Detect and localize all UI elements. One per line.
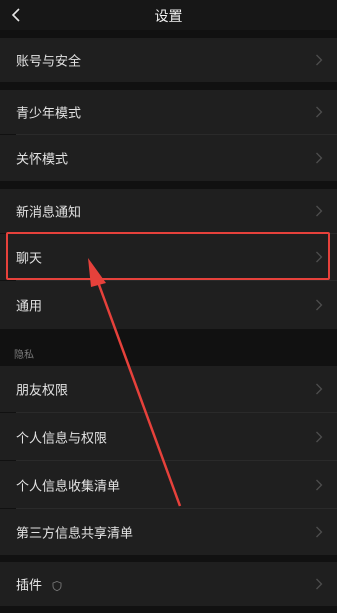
row-label: 第三方信息共享清单 (16, 526, 134, 542)
row-label: 个人信息与权限 (16, 431, 108, 446)
row-label: 青少年模式 (16, 106, 82, 122)
chevron-right-icon (316, 54, 323, 66)
settings-row-friend-permissions[interactable]: 朋友权限 (0, 366, 337, 412)
shield-icon (52, 581, 62, 592)
chevron-right-icon (316, 578, 323, 590)
chevron-right-icon (316, 383, 323, 395)
page-title: 设置 (154, 9, 183, 25)
chevron-right-icon (316, 479, 323, 490)
nav-bar: 设置 (0, 0, 337, 30)
settings-row-personal-info-permissions[interactable]: 个人信息与权限 (0, 413, 337, 460)
settings-row-plugins[interactable]: 插件 (0, 562, 337, 606)
chevron-right-icon (316, 299, 323, 311)
annotation-highlight-box (6, 232, 330, 280)
settings-row-personal-info-collection[interactable]: 个人信息收集清单 (0, 461, 337, 508)
settings-row-general[interactable]: 通用 (0, 281, 337, 329)
settings-row-youth-mode[interactable]: 青少年模式 (0, 90, 337, 134)
row-label: 关怀模式 (16, 152, 69, 168)
settings-row-notifications[interactable]: 新消息通知 (0, 189, 337, 233)
section-title-privacy: 隐私 (14, 350, 34, 361)
chevron-right-icon (316, 526, 323, 538)
chevron-right-icon (316, 431, 323, 442)
row-label-wrap: 插件 (16, 575, 62, 594)
settings-row-care-mode[interactable]: 关怀模式 (0, 135, 337, 181)
row-label: 个人信息收集清单 (16, 479, 121, 494)
chevron-right-icon (316, 106, 323, 118)
settings-row-account-security[interactable]: 账号与安全 (0, 38, 337, 82)
row-label: 通用 (16, 299, 43, 315)
chevron-right-icon (316, 205, 323, 217)
row-label: 新消息通知 (16, 205, 82, 221)
settings-row-third-party-sharing[interactable]: 第三方信息共享清单 (0, 509, 337, 555)
row-label: 插件 (16, 578, 43, 594)
row-label: 朋友权限 (16, 383, 69, 399)
row-label: 账号与安全 (16, 54, 82, 70)
chevron-right-icon (316, 152, 323, 164)
